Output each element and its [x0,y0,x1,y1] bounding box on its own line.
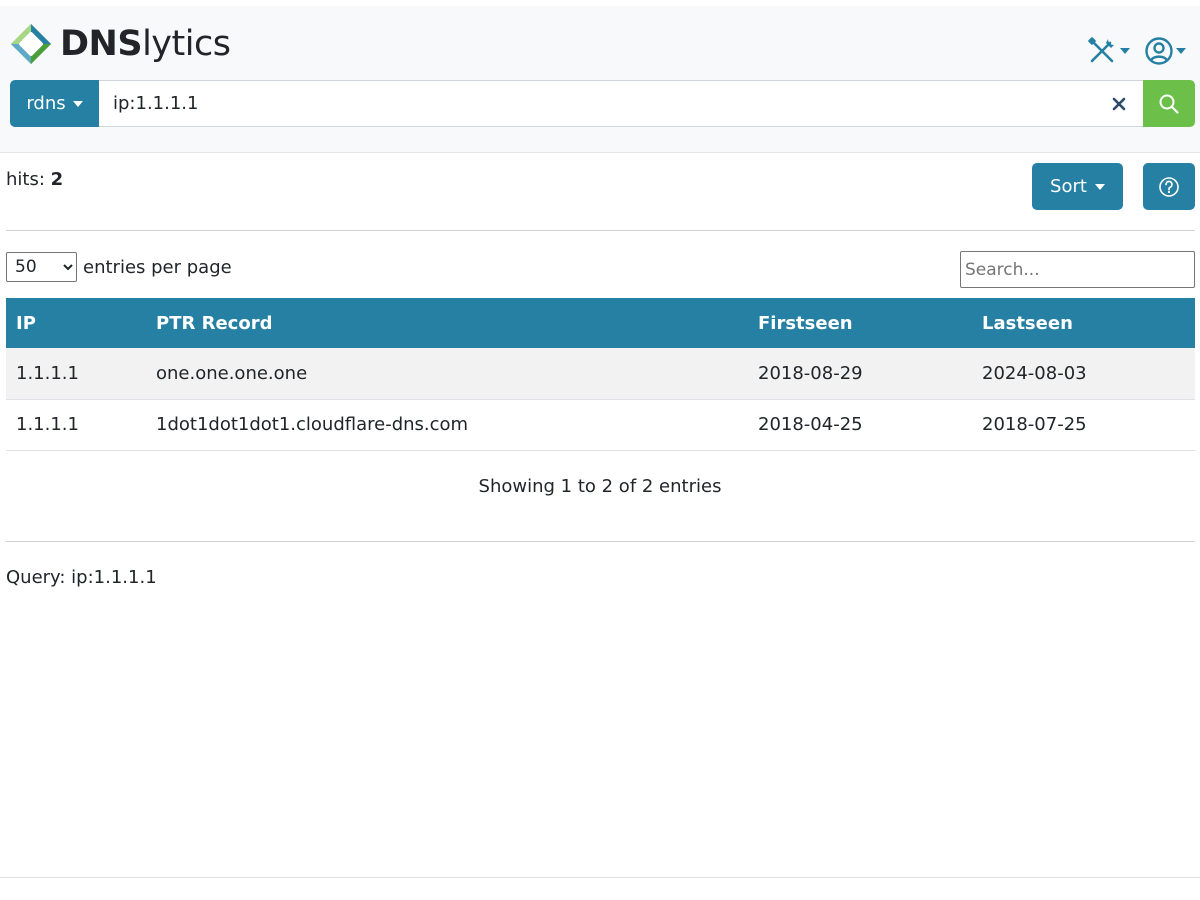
page-bottom-rule [0,877,1200,878]
hits-summary: hits: 2 [6,169,63,190]
column-header-ip[interactable]: IP [6,298,146,348]
column-header-lastseen[interactable]: Lastseen [972,298,1195,348]
section-divider [6,541,1195,542]
cell-ptr-record: 1dot1dot1dot1.cloudflare-dns.com [146,399,748,451]
chevron-down-icon [1176,48,1186,54]
search-bar: rdns [10,80,1195,127]
chevron-down-icon [1094,184,1105,190]
section-divider [6,230,1195,231]
table-header-row: IP PTR Record Firstseen Lastseen [6,298,1195,348]
search-icon [1159,94,1179,114]
clear-query-button[interactable] [1109,94,1129,114]
cell-lastseen: 2018-07-25 [972,399,1195,451]
user-menu-toggle[interactable] [1144,34,1186,68]
cell-ptr-record: one.one.one.one [146,348,748,400]
site-header: DNSlytics rdns [0,6,1200,153]
help-button[interactable] [1143,163,1195,210]
cell-firstseen: 2018-04-25 [748,399,972,451]
close-icon [1112,97,1126,111]
search-mode-label: rdns [26,93,66,114]
column-header-ptr-record[interactable]: PTR Record [146,298,748,348]
table-search-input[interactable] [960,251,1195,288]
query-input-wrapper [99,80,1143,127]
sort-label: Sort [1050,176,1087,197]
dnslytics-logo-icon [11,24,51,64]
question-circle-icon [1159,176,1179,197]
column-header-firstseen[interactable]: Firstseen [748,298,972,348]
results-table: IP PTR Record Firstseen Lastseen 1.1.1.1… [6,298,1195,451]
search-mode-dropdown[interactable]: rdns [10,80,99,127]
cell-firstseen: 2018-08-29 [748,348,972,400]
cell-ip: 1.1.1.1 [6,399,146,451]
cell-ip: 1.1.1.1 [6,348,146,400]
page-size-select[interactable]: 102550100 [6,252,77,282]
brand-logo[interactable]: DNSlytics [10,22,231,66]
chevron-down-icon [72,101,83,107]
chevron-down-icon [1120,48,1130,54]
table-row: 1.1.1.1 one.one.one.one 2018-08-29 2024-… [6,348,1195,400]
entries-per-page-label: entries per page [83,257,232,278]
hits-count: 2 [50,169,64,190]
brand-name: DNSlytics [60,24,231,64]
user-circle-icon [1145,37,1173,65]
brand-name-bold: DNS [60,24,143,64]
sort-dropdown-button[interactable]: Sort [1032,163,1123,210]
query-footer: Query: ip:1.1.1.1 [6,567,157,588]
hits-label: hits: [6,169,45,190]
query-input[interactable] [99,81,1143,126]
cell-lastseen: 2024-08-03 [972,348,1195,400]
table-info: Showing 1 to 2 of 2 entries [478,476,722,497]
tools-menu-toggle[interactable] [1086,34,1130,68]
search-submit-button[interactable] [1143,80,1195,127]
brand-name-regular: lytics [142,24,231,64]
table-row: 1.1.1.1 1dot1dot1dot1.cloudflare-dns.com… [6,399,1195,451]
tools-icon [1088,37,1114,63]
